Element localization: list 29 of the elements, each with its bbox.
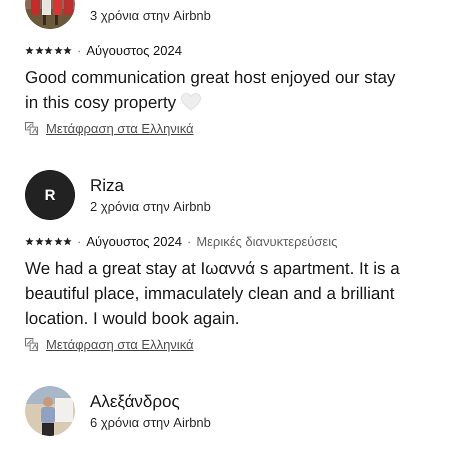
translate-link[interactable]: Μετάφραση στα Ελληνικά (46, 121, 194, 136)
star-icon (63, 237, 72, 246)
star-icon (63, 46, 72, 55)
star-icon (25, 237, 34, 246)
star-icon (54, 46, 62, 55)
translate-icon (25, 122, 38, 135)
star-icon (34, 237, 44, 246)
stay-type: Μερικές διανυκτερεύσεις (196, 234, 338, 249)
translate-icon (25, 338, 38, 351)
star-icon (54, 237, 62, 246)
separator-dot: · (186, 234, 192, 249)
star-icon (34, 46, 44, 55)
separator-dot: · (77, 43, 82, 58)
avatar: R (25, 170, 75, 220)
review-date: Αύγουστος 2024 (86, 43, 182, 58)
member-since: 2 χρόνια στην Airbnb (90, 199, 211, 214)
reviewer-name: Αλεξάνδρος (90, 392, 181, 412)
review-date: Αύγουστος 2024 (86, 234, 182, 249)
heart-icon (180, 93, 201, 111)
star-icon (44, 237, 53, 246)
reviewer-name: Riza (90, 176, 126, 196)
member-since: 6 χρόνια στην Airbnb (90, 415, 211, 430)
translate-link[interactable]: Μετάφραση στα Ελληνικά (46, 337, 194, 352)
member-since: 3 χρόνια στην Airbnb (90, 8, 211, 22)
separator-dot: · (77, 234, 82, 249)
review-text: We had a great stay at Ιωαννά s apartment. It is a beautiful place, immaculately clean and a brilliant location. I would book again. (25, 258, 401, 330)
star-icon (25, 46, 34, 55)
review-text: Good communication great host enjoyed our stay in this cosy property (25, 67, 396, 114)
star-icon (44, 46, 53, 55)
